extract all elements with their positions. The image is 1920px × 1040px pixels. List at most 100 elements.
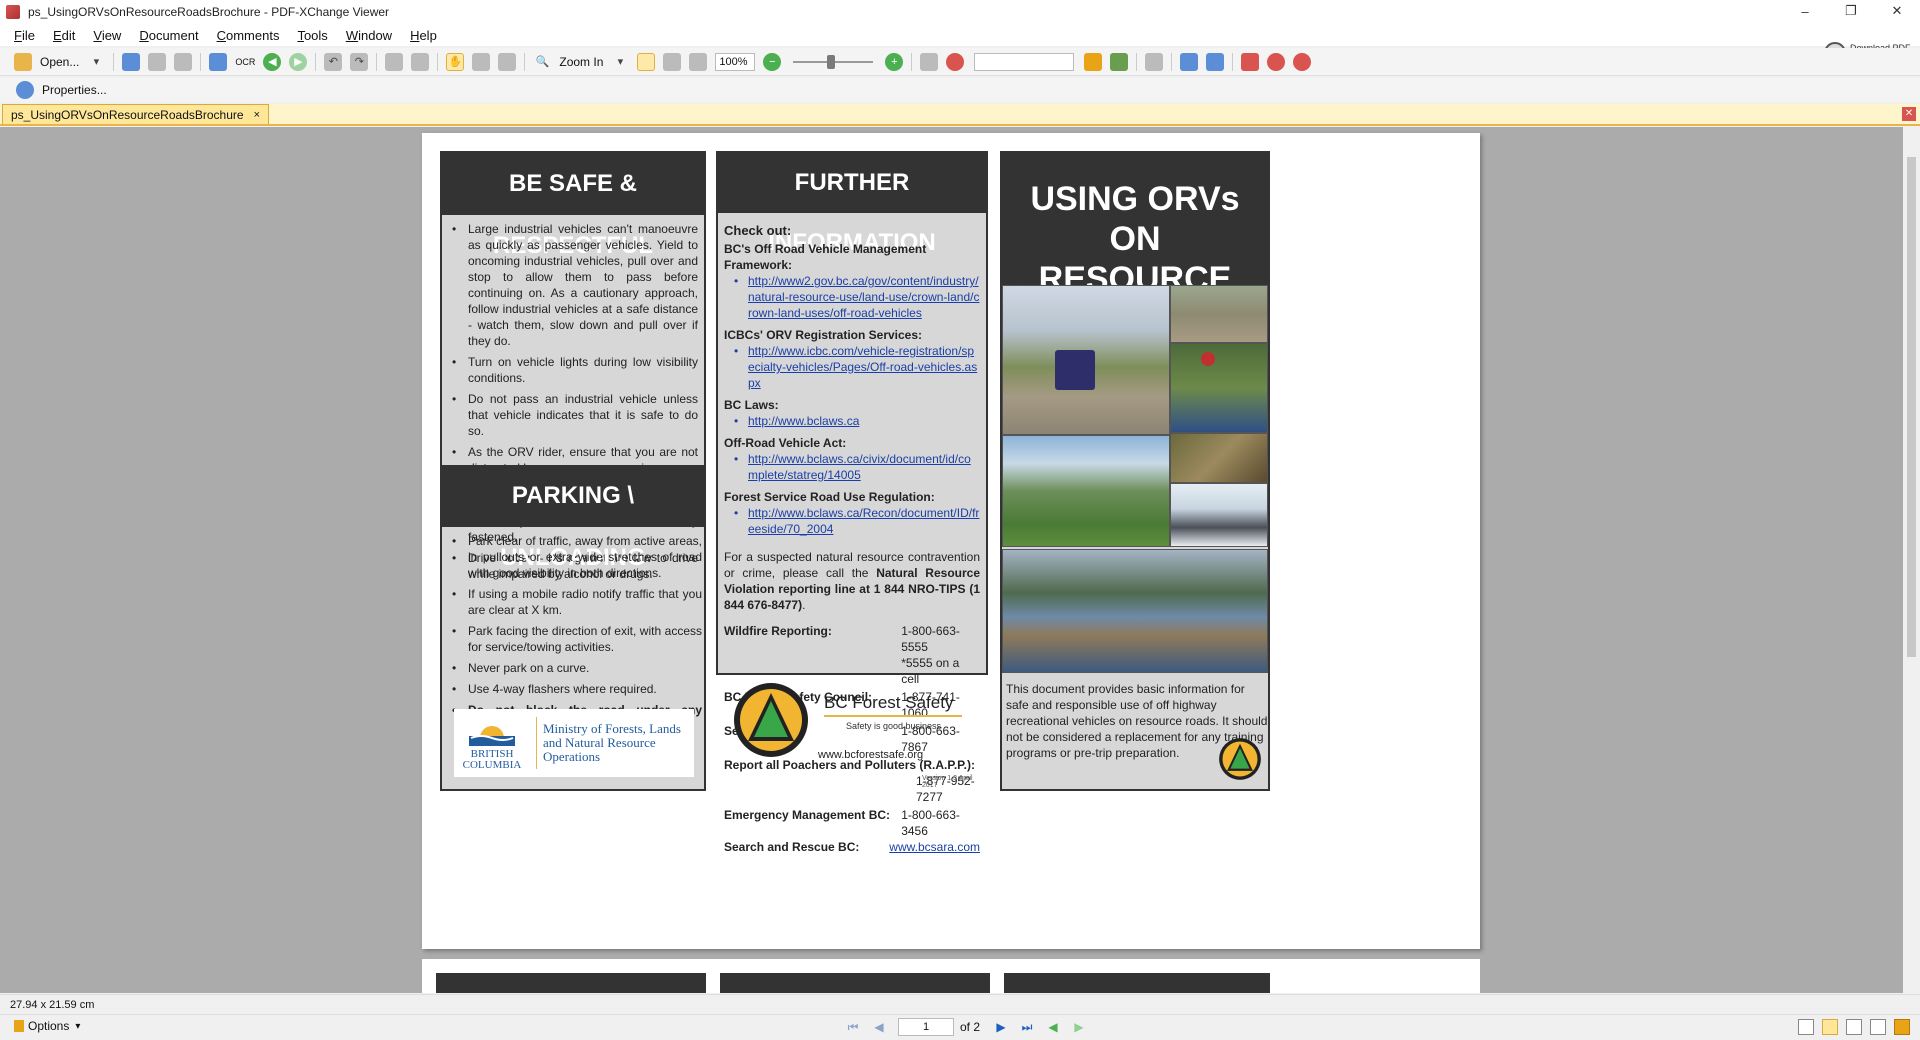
menu-document[interactable]: Document xyxy=(139,28,198,43)
menu-help[interactable]: Help xyxy=(410,28,437,43)
toolbar-separator xyxy=(1171,52,1173,71)
zoom-plus-icon[interactable]: + xyxy=(885,52,904,71)
hand-tool-icon[interactable]: ✋ xyxy=(446,52,465,71)
zoom-in-button[interactable]: Zoom In xyxy=(559,55,603,69)
forward-view-icon[interactable]: ▶ xyxy=(1071,1019,1087,1035)
continuous-facing-icon[interactable] xyxy=(1870,1019,1886,1035)
link-item: http://www.bclaws.ca/civix/document/id/c… xyxy=(724,451,980,483)
bc-logo: BRITISH COLUMBIA xyxy=(454,716,530,771)
first-page-icon[interactable]: ⏮ xyxy=(845,1019,861,1035)
trail-photo xyxy=(1170,433,1268,483)
left-panel: BE SAFE & RESPECTFUL Large industrial ve… xyxy=(440,151,706,791)
page-total-label: of 2 xyxy=(960,1020,981,1034)
tab-close-icon[interactable]: × xyxy=(254,109,260,121)
link-url[interactable]: http://www.bclaws.ca/Recon/document/ID/f… xyxy=(748,506,979,536)
link-url[interactable]: http://www2.gov.bc.ca/gov/content/indust… xyxy=(748,274,979,320)
menu-view[interactable]: View xyxy=(93,28,121,43)
rotate-icon[interactable] xyxy=(411,52,430,71)
tool-icon[interactable] xyxy=(1084,52,1103,71)
options-label: Options xyxy=(28,1019,70,1033)
document-viewer[interactable]: BE SAFE & RESPECTFUL Large industrial ve… xyxy=(0,127,1903,993)
window-title: ps_UsingORVsOnResourceRoadsBrochure - PD… xyxy=(28,5,390,19)
vertical-scrollbar[interactable] xyxy=(1903,127,1920,993)
measure-icon[interactable] xyxy=(1241,52,1260,71)
find-icon[interactable] xyxy=(920,52,939,71)
list-item: Never park on a curve. xyxy=(446,660,702,676)
bc-ministry-logo: BRITISH COLUMBIA Ministry of Forests, La… xyxy=(454,709,694,777)
dropdown-arrow-icon[interactable]: ▾ xyxy=(87,53,105,71)
scan-icon[interactable] xyxy=(209,52,228,71)
link-label: Off-Road Vehicle Act: xyxy=(724,436,847,450)
ocr-button[interactable]: OCR xyxy=(235,57,255,67)
page-number-input[interactable]: 1 xyxy=(898,1018,954,1036)
dropdown-arrow-icon[interactable]: ▾ xyxy=(611,53,629,71)
back-icon[interactable]: ◀ xyxy=(263,52,282,71)
menu-window[interactable]: Window xyxy=(346,28,392,43)
fit-page-icon[interactable] xyxy=(663,52,682,71)
close-button[interactable]: ✕ xyxy=(1874,0,1920,22)
undo-icon[interactable]: ↶ xyxy=(324,52,343,71)
single-page-icon[interactable] xyxy=(1798,1019,1814,1035)
link-url[interactable]: http://www.icbc.com/vehicle-registration… xyxy=(748,344,977,390)
scrollbar-thumb[interactable] xyxy=(1907,157,1916,657)
zoom-out-icon[interactable]: − xyxy=(763,52,782,71)
toolbar-separator xyxy=(113,52,115,71)
bc-forest-safety-logo: BC Forest Safety Safety is good business… xyxy=(732,681,988,791)
window-controls: – ❐ ✕ xyxy=(1782,0,1920,22)
bcfs-tagline: Safety is good business xyxy=(846,721,942,731)
redo-icon[interactable]: ↷ xyxy=(350,52,369,71)
contact-row: Wildfire Reporting: 1-800-663-5555 *5555 … xyxy=(724,623,980,687)
actual-size-icon[interactable] xyxy=(637,52,656,71)
tool-icon[interactable] xyxy=(1110,52,1129,71)
menu-edit[interactable]: Edit xyxy=(53,28,75,43)
copy-icon[interactable] xyxy=(385,52,404,71)
area-icon[interactable] xyxy=(1267,52,1286,71)
document-tab[interactable]: ps_UsingORVsOnResourceRoadsBrochure × xyxy=(2,104,269,124)
zoom-slider-knob[interactable] xyxy=(827,54,836,69)
fit-width-icon[interactable] xyxy=(689,52,708,71)
stop-icon[interactable] xyxy=(946,52,965,71)
link-url[interactable]: http://www.bclaws.ca xyxy=(748,414,859,428)
back-view-icon[interactable]: ◀ xyxy=(1045,1019,1061,1035)
options-button[interactable]: Options ▾ xyxy=(14,1019,80,1033)
zoom-level-input[interactable]: 100% xyxy=(715,52,756,71)
truck-shape xyxy=(1055,350,1095,390)
pdf-page-2 xyxy=(422,959,1480,993)
menu-comments[interactable]: Comments xyxy=(217,28,280,43)
contravention-post: . xyxy=(802,598,806,612)
stamp-icon[interactable] xyxy=(1180,52,1199,71)
maximize-button[interactable]: ❐ xyxy=(1828,0,1874,22)
comment-icon[interactable] xyxy=(1145,52,1164,71)
link-url[interactable]: http://www.bclaws.ca/civix/document/id/c… xyxy=(748,452,971,482)
email-icon[interactable] xyxy=(174,52,193,71)
print-icon[interactable] xyxy=(148,52,167,71)
open-button[interactable]: Open... xyxy=(40,55,79,69)
pan-zoom-icon[interactable] xyxy=(1894,1019,1910,1035)
snapshot-icon[interactable] xyxy=(472,52,491,71)
minimize-button[interactable]: – xyxy=(1782,0,1828,22)
close-document-icon[interactable]: ✕ xyxy=(1902,107,1916,121)
perimeter-icon[interactable] xyxy=(1293,52,1312,71)
next-page-icon[interactable]: ▶ xyxy=(993,1019,1009,1035)
facing-icon[interactable] xyxy=(1846,1019,1862,1035)
list-item: Do not pass an industrial vehicle unless… xyxy=(446,391,698,439)
menu-tools[interactable]: Tools xyxy=(297,28,327,43)
list-item: If using a mobile radio notify traffic t… xyxy=(446,586,702,618)
last-page-icon[interactable]: ⏭ xyxy=(1019,1019,1035,1035)
safe-heading: BE SAFE & RESPECTFUL xyxy=(442,153,704,259)
shapes-icon[interactable] xyxy=(1206,52,1225,71)
forward-icon[interactable]: ▶ xyxy=(289,52,308,71)
previous-page-icon[interactable]: ◀ xyxy=(871,1019,887,1035)
status-bar: 27.94 x 21.59 cm xyxy=(0,994,1920,1014)
zoom-slider[interactable] xyxy=(793,54,874,69)
properties-button[interactable]: Properties... xyxy=(42,83,107,97)
select-text-icon[interactable] xyxy=(498,52,517,71)
contact-link[interactable]: www.bcsara.com xyxy=(889,839,980,855)
menu-file[interactable]: File xyxy=(14,28,35,43)
atv-dirt-photo xyxy=(1170,285,1268,343)
document-tab-label: ps_UsingORVsOnResourceRoadsBrochure xyxy=(11,107,244,122)
continuous-icon[interactable] xyxy=(1822,1019,1838,1035)
title-bar: ps_UsingORVsOnResourceRoadsBrochure - PD… xyxy=(0,0,1920,24)
save-icon[interactable] xyxy=(122,52,141,71)
search-input[interactable] xyxy=(974,52,1075,71)
